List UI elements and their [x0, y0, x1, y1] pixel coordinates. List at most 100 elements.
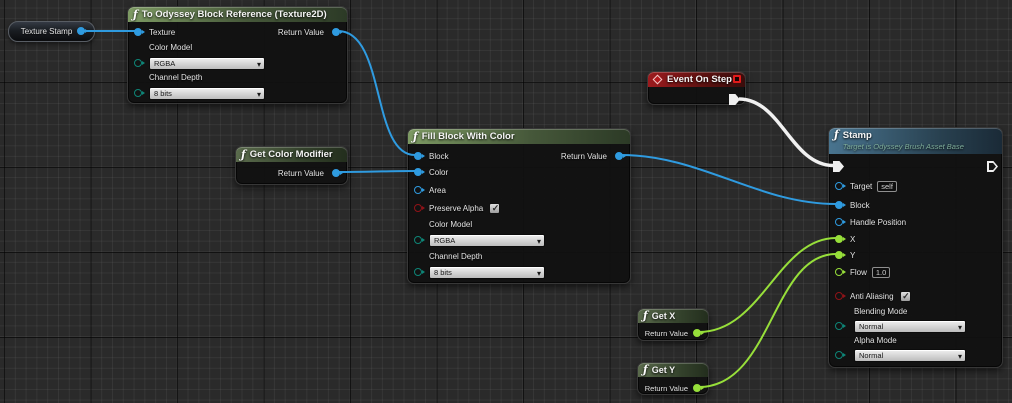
exec-input-pin[interactable] [833, 161, 844, 172]
pin-texture[interactable] [134, 28, 142, 36]
pin-row-x: X [835, 234, 855, 244]
pin-return-value[interactable] [693, 329, 701, 337]
wire-color-modifier-to-color [338, 171, 415, 172]
channel-depth-label: Channel Depth [429, 252, 482, 261]
pin-texture-stamp-output[interactable] [77, 27, 85, 35]
function-icon: ƒ [133, 10, 138, 20]
pin-return-value[interactable] [332, 169, 340, 177]
node-get-color-modifier[interactable]: ƒ Get Color Modifier Return Value [235, 146, 348, 185]
node-title: Fill Block With Color [422, 131, 515, 142]
pin-row-blending-mode [835, 321, 843, 331]
pin-area[interactable] [414, 186, 422, 194]
wire-gety-to-stamp-y [699, 254, 836, 387]
pin-row-color: Color [414, 167, 448, 177]
pin-row-handle-position: Handle Position [835, 217, 906, 227]
node-fill-block-with-color[interactable]: ƒ Fill Block With Color Block Return Val… [407, 128, 631, 284]
node-header[interactable]: ƒ Fill Block With Color [408, 129, 630, 144]
pin-label: Return Value [645, 384, 688, 393]
pin-color-model[interactable] [414, 236, 422, 244]
event-icon [653, 75, 663, 85]
channel-depth-dropdown[interactable]: 8 bits [149, 87, 265, 100]
color-model-dropdown[interactable]: RGBA [429, 234, 545, 247]
pin-label: Return Value [645, 329, 688, 338]
node-title: To Odyssey Block Reference (Texture2D) [142, 9, 327, 20]
anti-aliasing-checkbox[interactable] [900, 291, 911, 302]
node-to-odyssey-block-reference[interactable]: ƒ To Odyssey Block Reference (Texture2D)… [127, 6, 348, 104]
node-header[interactable]: Event On Step [648, 72, 745, 87]
pin-block[interactable] [835, 201, 843, 209]
pin-label: Return Value [278, 169, 324, 178]
pin-flow[interactable] [835, 268, 843, 276]
alpha-mode-label: Alpha Mode [854, 336, 897, 345]
pin-anti-aliasing[interactable] [835, 292, 843, 300]
exec-output-pin[interactable] [987, 161, 998, 172]
pin-return-value[interactable] [615, 152, 623, 160]
pin-row-color-model [134, 58, 142, 68]
pin-preserve-alpha[interactable] [414, 204, 422, 212]
pin-channel-depth[interactable] [134, 89, 142, 97]
variable-label: Texture Stamp [21, 27, 73, 36]
pin-row-channel-depth [134, 88, 142, 98]
node-get-x[interactable]: ƒ Get X Return Value [637, 308, 709, 341]
node-title: Get X [652, 311, 676, 321]
pin-target[interactable] [835, 182, 843, 190]
node-stamp[interactable]: ƒ Stamp Target is Odyssey Brush Asset Ba… [828, 127, 1003, 368]
node-header[interactable]: ƒ To Odyssey Block Reference (Texture2D) [128, 7, 347, 22]
pin-row-flow: Flow 1.0 [835, 267, 890, 277]
pin-block[interactable] [414, 152, 422, 160]
pin-label: Return Value [561, 152, 607, 161]
pin-label: Flow [850, 268, 867, 277]
pin-row-texture: Texture [134, 27, 175, 37]
color-model-dropdown[interactable]: RGBA [149, 57, 265, 70]
blending-mode-dropdown[interactable]: Normal [854, 320, 966, 333]
node-header[interactable]: ƒ Stamp Target is Odyssey Brush Asset Ba… [829, 128, 1002, 154]
pin-row-block: Block [835, 200, 870, 210]
pin-row-return-value: Return Value [645, 328, 701, 338]
pin-channel-depth[interactable] [414, 268, 422, 276]
pin-color-model[interactable] [134, 59, 142, 67]
pin-row-color-model [414, 235, 422, 245]
pin-y[interactable] [835, 251, 843, 259]
node-get-y[interactable]: ƒ Get Y Return Value [637, 362, 709, 395]
pin-alpha-mode[interactable] [835, 351, 843, 359]
node-header[interactable]: ƒ Get Y [638, 363, 708, 377]
pin-row-alpha-mode [835, 350, 843, 360]
pin-x[interactable] [835, 235, 843, 243]
function-icon: ƒ [643, 311, 648, 321]
alpha-mode-dropdown[interactable]: Normal [854, 349, 966, 362]
pin-label: Area [429, 186, 446, 195]
wire-fill-return-to-stamp-block [621, 155, 836, 204]
pin-row-channel-depth [414, 267, 422, 277]
pin-label: Anti Aliasing [850, 292, 894, 301]
wire-getx-to-stamp-x [699, 238, 836, 332]
node-texture-stamp[interactable]: Texture Stamp [8, 21, 95, 42]
delegate-pin-icon[interactable] [733, 75, 741, 83]
pin-handle-position[interactable] [835, 218, 843, 226]
pin-color[interactable] [414, 168, 422, 176]
pin-blending-mode[interactable] [835, 322, 843, 330]
channel-depth-dropdown[interactable]: 8 bits [429, 266, 545, 279]
preserve-alpha-checkbox[interactable] [489, 203, 500, 214]
function-icon: ƒ [834, 130, 839, 140]
pin-label: X [850, 235, 855, 244]
node-header[interactable]: ƒ Get X [638, 309, 708, 323]
pin-return-value[interactable] [332, 28, 340, 36]
function-icon: ƒ [413, 132, 418, 142]
target-value-field[interactable]: self [877, 181, 897, 192]
color-model-label: Color Model [149, 43, 192, 52]
pin-label: Block [429, 152, 449, 161]
pin-row-y: Y [835, 250, 855, 260]
exec-output-pin[interactable] [729, 94, 740, 105]
pin-label: Block [850, 201, 870, 210]
pin-row-area: Area [414, 185, 446, 195]
blueprint-graph-canvas[interactable]: Texture Stamp ƒ To Odyssey Block Referen… [0, 0, 1012, 403]
pin-return-value[interactable] [693, 384, 701, 392]
pin-label: Color [429, 168, 448, 177]
node-header[interactable]: ƒ Get Color Modifier [236, 147, 347, 162]
pin-row-block: Block [414, 151, 449, 161]
node-title: Event On Step [667, 74, 732, 85]
node-event-on-step[interactable]: Event On Step [647, 71, 746, 105]
channel-depth-label: Channel Depth [149, 73, 202, 82]
node-subtitle: Target is Odyssey Brush Asset Base [843, 141, 964, 152]
flow-value-field[interactable]: 1.0 [872, 267, 890, 278]
